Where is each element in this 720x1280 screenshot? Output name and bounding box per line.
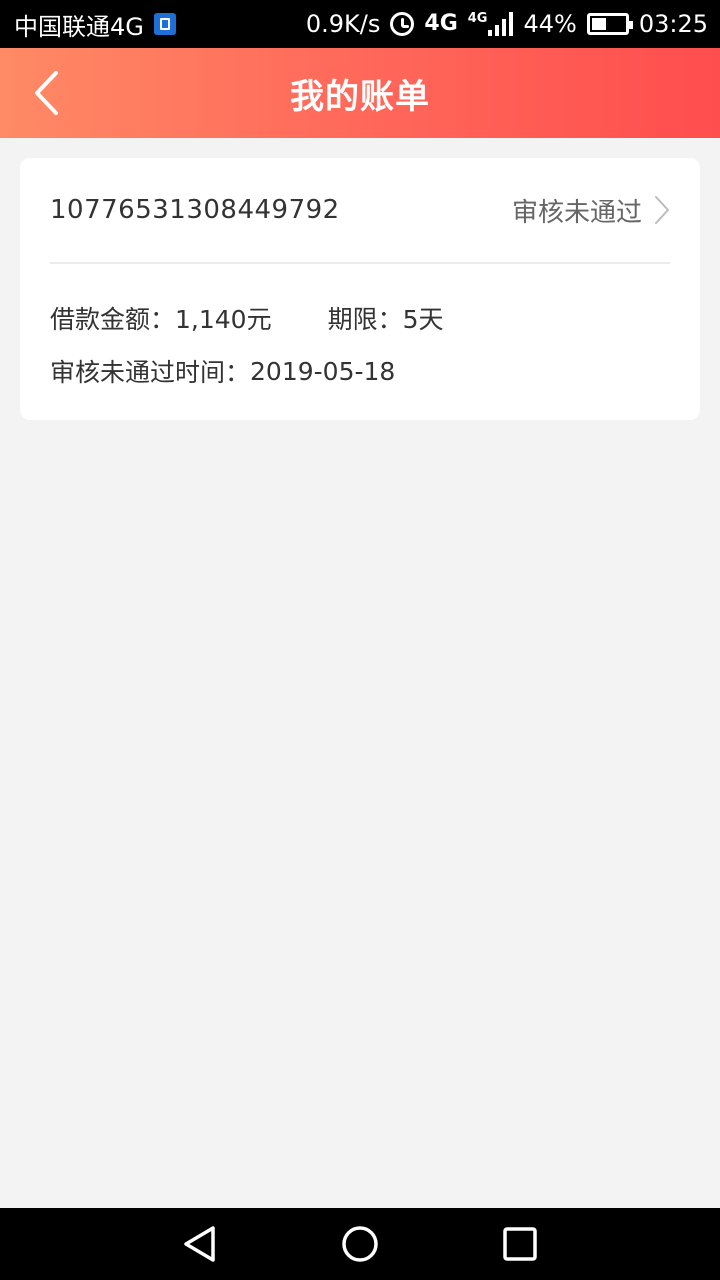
battery-icon	[586, 13, 633, 35]
term-label: 期限：	[327, 305, 403, 334]
battery-percent: 44%	[523, 10, 577, 38]
bill-card[interactable]: 10776531308449792 审核未通过 借款金额： 1,140元 期限：…	[20, 158, 700, 420]
nav-home-button[interactable]	[340, 1224, 380, 1264]
term-group: 期限：5天	[328, 300, 444, 336]
review-time-row: 审核未通过时间： 2019-05-18	[50, 353, 395, 389]
network-type-badge-small: 4G	[467, 11, 488, 26]
order-number: 10776531308449792	[50, 195, 340, 225]
nav-recent-button[interactable]	[500, 1224, 540, 1264]
review-time-label: 审核未通过时间：	[50, 358, 251, 387]
home-circle-icon	[342, 1226, 378, 1262]
bill-card-header[interactable]: 10776531308449792 审核未通过	[50, 158, 670, 264]
clock: 03:25	[638, 10, 708, 38]
chevron-left-icon	[35, 71, 58, 115]
app-header: 我的账单	[0, 48, 720, 138]
amount-label: 借款金额：	[50, 305, 176, 334]
alarm-icon	[390, 12, 415, 36]
status-right: 0.9K/s 4G 4G 44% 03:25	[306, 10, 708, 38]
system-nav-bar	[0, 1208, 720, 1280]
chevron-right-icon	[655, 196, 669, 224]
sim-icon	[153, 13, 176, 35]
term-value: 5天	[402, 305, 444, 334]
network-type-badge: 4G	[424, 11, 458, 36]
net-speed: 0.9K/s	[305, 10, 381, 38]
nav-back-button[interactable]	[180, 1224, 220, 1264]
signal-group: 4G	[468, 12, 514, 36]
back-button[interactable]	[22, 68, 72, 118]
status-text: 审核未通过	[511, 197, 642, 228]
amount-term-row: 借款金额： 1,140元 期限：5天	[50, 300, 444, 336]
page-title: 我的账单	[290, 76, 430, 117]
status-link[interactable]: 审核未通过	[512, 192, 670, 229]
back-triangle-icon	[184, 1226, 215, 1262]
carrier-name: 中国联通4G	[14, 12, 144, 41]
status-bar: 中国联通4G 0.9K/s 4G 4G 44% 03:25	[0, 0, 720, 48]
status-left: 中国联通4G	[14, 7, 176, 42]
battery-level	[591, 18, 606, 30]
recent-square-icon	[503, 1227, 537, 1261]
amount-value: 1,140元	[175, 305, 272, 334]
review-time-value: 2019-05-18	[250, 356, 396, 386]
signal-icon	[488, 12, 514, 36]
